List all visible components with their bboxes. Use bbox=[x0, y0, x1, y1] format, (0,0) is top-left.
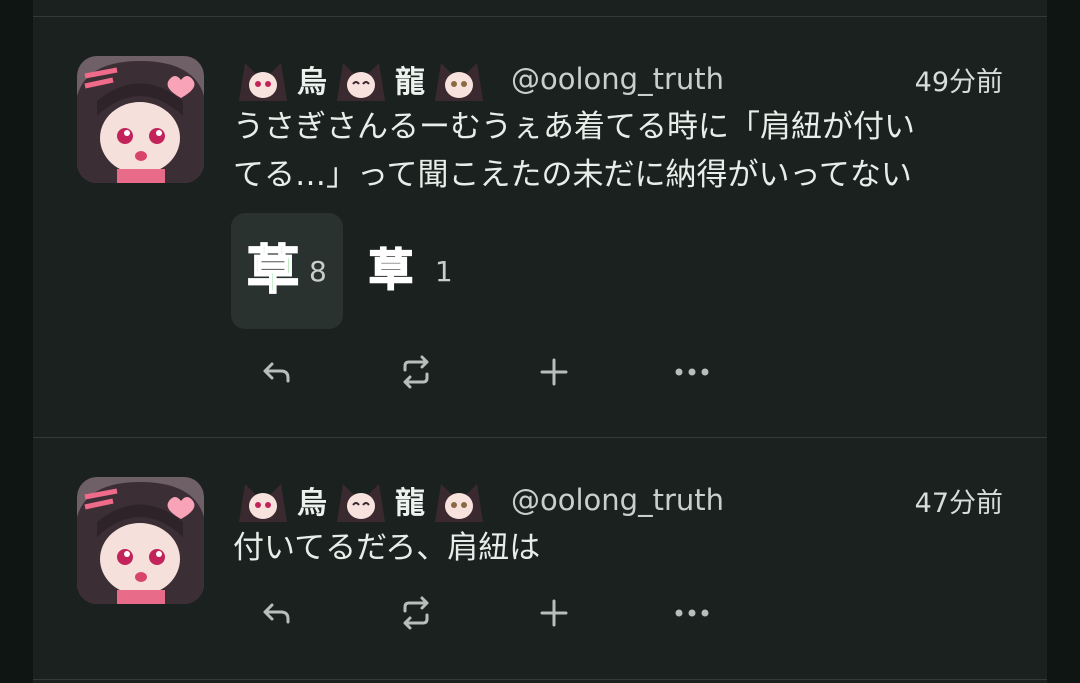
note-header: 烏 龍 @oolong_truth 49分前 bbox=[233, 54, 1003, 104]
cat-emoji-icon bbox=[239, 484, 287, 522]
reply-icon bbox=[263, 362, 290, 383]
plus-icon bbox=[540, 599, 568, 627]
react-button[interactable] bbox=[485, 342, 623, 402]
name-char: 龍 bbox=[395, 486, 425, 521]
reaction-button[interactable]: 草 1 bbox=[353, 213, 469, 329]
name-char: 龍 bbox=[395, 65, 425, 100]
reaction-button[interactable]: 草 8 bbox=[231, 213, 343, 329]
more-icon bbox=[675, 609, 709, 617]
name-char: 烏 bbox=[297, 65, 327, 100]
react-button[interactable] bbox=[485, 583, 623, 643]
divider bbox=[33, 679, 1047, 680]
renote-button[interactable] bbox=[347, 342, 485, 402]
grass-emoji: 草 bbox=[246, 241, 300, 301]
plus-icon bbox=[540, 358, 568, 386]
cat-emoji-icon bbox=[337, 63, 385, 101]
user-handle[interactable]: @oolong_truth bbox=[511, 62, 724, 96]
more-button[interactable] bbox=[623, 342, 761, 402]
more-icon bbox=[675, 368, 709, 376]
note-text: うさぎさんるーむうぇあ着てる時に「肩紐が付い てる…」って聞こえたの未だに納得が… bbox=[233, 109, 915, 193]
reaction-count: 1 bbox=[434, 254, 453, 288]
renote-icon bbox=[403, 596, 429, 630]
note[interactable]: 烏 龍 @oolong_truth 47分前 付いてるだろ、肩紐は bbox=[33, 438, 1047, 678]
renote-button[interactable] bbox=[347, 583, 485, 643]
timeline: 烏 龍 @oolong_truth 49分前 うさぎさんるーむうぇあ着てる時に「… bbox=[33, 0, 1047, 683]
reactions: 草 8 草 1 bbox=[231, 213, 469, 329]
renote-icon bbox=[403, 355, 429, 389]
note-actions bbox=[233, 583, 761, 643]
timestamp[interactable]: 47分前 bbox=[915, 481, 1003, 520]
avatar[interactable] bbox=[77, 56, 204, 183]
note-text: 付いてるだろ、肩紐は bbox=[233, 530, 541, 566]
more-button[interactable] bbox=[623, 583, 761, 643]
reply-icon bbox=[263, 603, 290, 624]
timestamp[interactable]: 49分前 bbox=[915, 60, 1003, 99]
reply-button[interactable] bbox=[233, 342, 347, 402]
cat-emoji-icon bbox=[435, 63, 483, 101]
note[interactable]: 烏 龍 @oolong_truth 49分前 うさぎさんるーむうぇあ着てる時に「… bbox=[33, 17, 1047, 437]
display-name[interactable]: 烏 龍 bbox=[233, 476, 489, 524]
user-handle[interactable]: @oolong_truth bbox=[511, 483, 724, 517]
cat-emoji-icon bbox=[239, 63, 287, 101]
grass-emoji: 草 bbox=[368, 245, 414, 296]
note-actions bbox=[233, 342, 761, 402]
cat-emoji-icon bbox=[337, 484, 385, 522]
reaction-count: 8 bbox=[309, 254, 327, 288]
cat-emoji-icon bbox=[435, 484, 483, 522]
display-name[interactable]: 烏 龍 bbox=[233, 55, 489, 103]
avatar[interactable] bbox=[77, 477, 204, 604]
name-char: 烏 bbox=[297, 486, 327, 521]
note-header: 烏 龍 @oolong_truth 47分前 bbox=[233, 475, 1003, 525]
reply-button[interactable] bbox=[233, 583, 347, 643]
